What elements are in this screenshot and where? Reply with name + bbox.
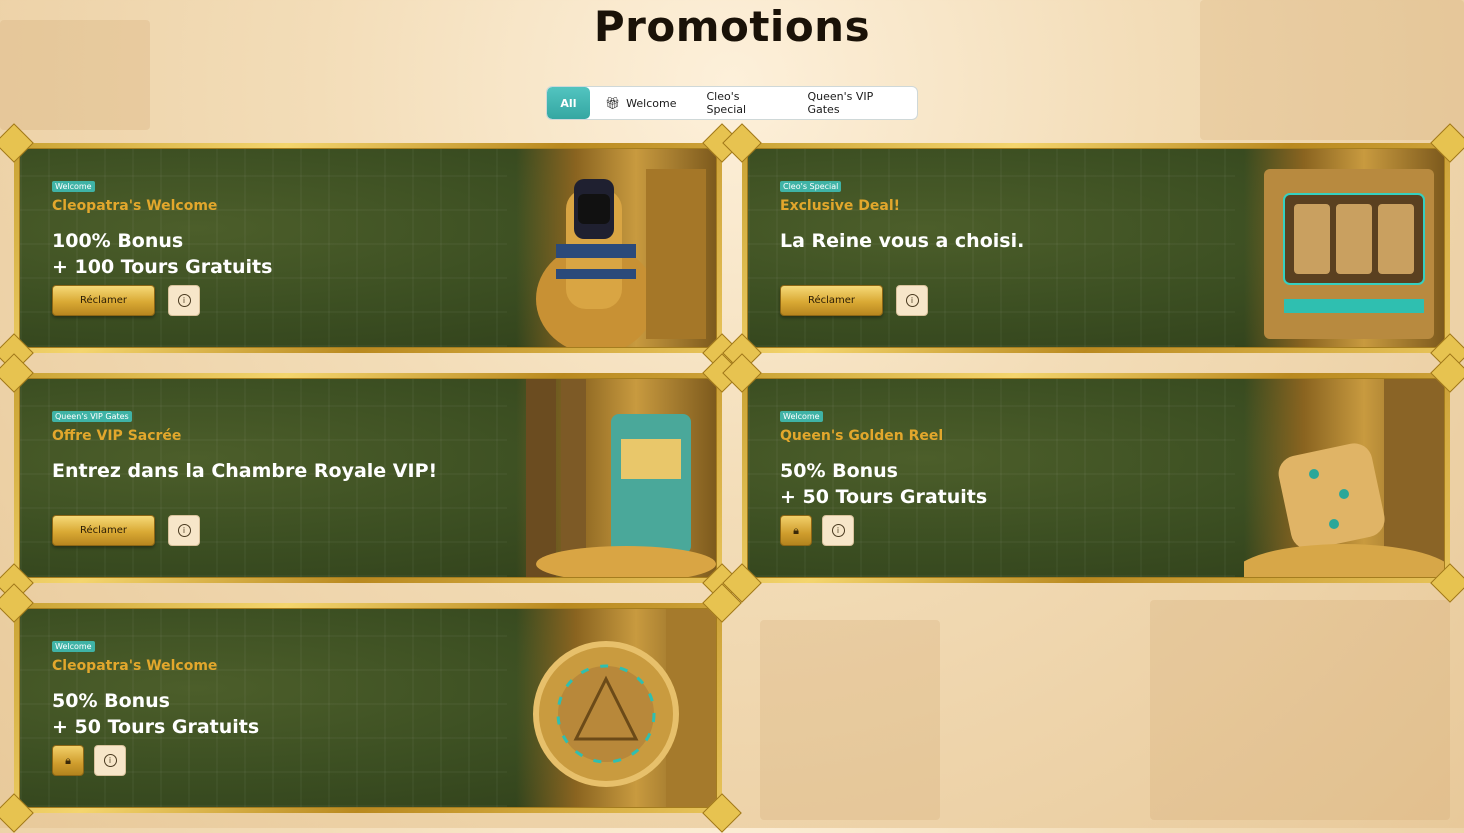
- info-icon: i: [177, 524, 191, 537]
- golden-chip-image: [516, 609, 716, 807]
- bg-ruin-block: [1150, 600, 1450, 820]
- category-badge: Queen's VIP Gates: [52, 411, 132, 422]
- claim-button[interactable]: Réclamer: [52, 515, 155, 546]
- promo-card: Welcome Cleopatra's Welcome 100% Bonus +…: [0, 123, 742, 373]
- category-badge: Welcome: [52, 181, 95, 192]
- info-icon: i: [177, 294, 191, 307]
- info-icon: i: [103, 754, 117, 767]
- promo-card: Welcome Queen's Golden Reel 50% Bonus + …: [722, 353, 1464, 603]
- headline-line: + 50 Tours Gratuits: [52, 716, 260, 738]
- golden-dice-image: [1234, 379, 1444, 577]
- promo-card: Welcome Cleopatra's Welcome 50% Bonus + …: [0, 583, 742, 833]
- info-button[interactable]: i: [168, 285, 200, 316]
- promo-subtitle: Queen's Golden Reel: [780, 428, 944, 444]
- promo-headline: La Reine vous a choisi.: [780, 228, 1024, 254]
- promo-headline: 50% Bonus + 50 Tours Gratuits: [780, 458, 987, 510]
- gift-icon: 🎁︎: [604, 96, 621, 110]
- promo-card: Cleo's Special Exclusive Deal! La Reine …: [722, 123, 1464, 373]
- headline-line: 50% Bonus: [780, 460, 898, 482]
- claim-button[interactable]: Réclamer: [780, 285, 883, 316]
- category-badge: Cleo's Special: [780, 181, 842, 192]
- tab-queens-vip-gates[interactable]: Queen's VIP Gates: [792, 87, 917, 119]
- bg-ruin-block: [760, 620, 940, 820]
- lock-icon: 🔒︎: [793, 523, 799, 537]
- category-badge: Welcome: [52, 641, 95, 652]
- claim-button[interactable]: Réclamer: [52, 285, 155, 316]
- tab-label: Cleo's Special: [706, 90, 747, 116]
- headline-line: + 100 Tours Gratuits: [52, 256, 273, 278]
- tab-label: Welcome: [626, 96, 677, 110]
- lock-icon: 🔒︎: [65, 753, 71, 767]
- info-button[interactable]: i: [94, 745, 126, 776]
- promo-headline: Entrez dans la Chambre Royale VIP!: [52, 458, 437, 484]
- category-badge: Welcome: [780, 411, 823, 422]
- promo-subtitle: Cleopatra's Welcome: [52, 198, 218, 214]
- promo-filter-tabs: All 🎁︎ Welcome Cleo's Special Queen's VIP…: [546, 86, 918, 120]
- info-icon: i: [905, 294, 919, 307]
- egyptian-slot-machine-image: [1244, 149, 1444, 347]
- tab-label: All: [560, 96, 577, 110]
- promo-subtitle: Cleopatra's Welcome: [52, 658, 218, 674]
- pharaoh-sarcophagus-image: [516, 149, 716, 347]
- promo-subtitle: Exclusive Deal!: [780, 198, 901, 214]
- promo-headline: 50% Bonus + 50 Tours Gratuits: [52, 688, 259, 740]
- headline-line: Entrez dans la Chambre Royale VIP!: [52, 460, 438, 482]
- info-button[interactable]: i: [168, 515, 200, 546]
- headline-line: La Reine vous a choisi.: [780, 230, 1025, 252]
- page-title: Promotions: [593, 2, 871, 51]
- headline-line: 100% Bonus: [52, 230, 184, 252]
- headline-line: 50% Bonus: [52, 690, 170, 712]
- info-button[interactable]: i: [822, 515, 854, 546]
- promo-headline: 100% Bonus + 100 Tours Gratuits: [52, 228, 272, 280]
- promo-subtitle: Offre VIP Sacrée: [52, 428, 182, 444]
- headline-line: + 50 Tours Gratuits: [780, 486, 988, 508]
- locked-button[interactable]: 🔒︎: [52, 745, 84, 776]
- locked-button[interactable]: 🔒︎: [780, 515, 812, 546]
- tab-cleos-special[interactable]: Cleo's Special: [691, 87, 792, 119]
- tab-welcome[interactable]: 🎁︎ Welcome: [590, 87, 692, 119]
- tab-label: Queen's VIP Gates: [807, 90, 874, 116]
- info-button[interactable]: i: [896, 285, 928, 316]
- info-icon: i: [831, 524, 845, 537]
- temple-slot-machine-image: [516, 379, 716, 577]
- promo-card: Queen's VIP Gates Offre VIP Sacrée Entre…: [0, 353, 742, 603]
- tab-all[interactable]: All: [547, 87, 590, 119]
